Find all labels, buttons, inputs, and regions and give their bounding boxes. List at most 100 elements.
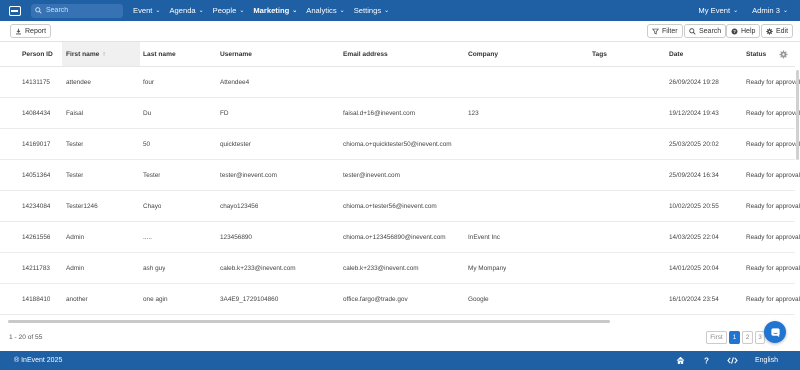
table-row[interactable]: 14188410 another one agin 3A4E9_17291048…: [0, 284, 800, 315]
cell-email: chioma.o+quicktester50@inevent.com: [343, 140, 452, 148]
header-company[interactable]: Company: [468, 42, 498, 66]
cell-company: InEvent Inc: [468, 233, 500, 241]
cell-status: Ready for approval: [746, 171, 800, 179]
people-table: Person ID First name ↑ Last name Usernam…: [0, 42, 800, 315]
help-button[interactable]: ? Help: [726, 24, 761, 38]
cell-status: Ready for approval: [746, 140, 800, 148]
toolbar: Report Filter Search ? Help Edit: [0, 21, 800, 42]
svg-text:?: ?: [704, 357, 709, 365]
cell-email: caleb.k+233@inevent.com: [343, 264, 419, 272]
cell-email: faisal.d+16@inevent.com: [343, 109, 416, 117]
chat-launcher-button[interactable]: [764, 321, 786, 343]
cell-date: 26/09/2024 19:28: [669, 78, 719, 86]
table-row[interactable]: 14261556 Admin ..... 123456890 chioma.o+…: [0, 222, 800, 253]
home-icon[interactable]: [676, 356, 685, 365]
menu-people[interactable]: People ⌄: [213, 6, 245, 15]
inevent-logo-icon[interactable]: [9, 5, 21, 16]
cell-status: Ready for approval: [746, 109, 800, 117]
chevron-down-icon: ⌄: [198, 8, 204, 14]
global-search[interactable]: [31, 3, 123, 18]
cell-username: FD: [220, 109, 229, 117]
cell-last-name: Chayo: [143, 202, 162, 210]
header-email[interactable]: Email address: [343, 42, 388, 66]
table-row[interactable]: 14211783 Admin ash guy caleb.k+233@ineve…: [0, 253, 800, 284]
footer-copyright: ® InEvent 2025: [14, 357, 63, 364]
header-date[interactable]: Date: [669, 42, 683, 66]
header-username[interactable]: Username: [220, 42, 252, 66]
code-icon[interactable]: [727, 356, 738, 365]
cell-email: chioma.o+tester56@inevent.com: [343, 202, 437, 210]
filter-icon: [652, 28, 659, 35]
cell-last-name: Tester: [143, 171, 161, 179]
table-row[interactable]: 14131175 attendee four Attendee4 26/09/2…: [0, 67, 800, 98]
cell-status: Ready for approval: [746, 233, 800, 241]
cell-first-name: Admin: [66, 233, 85, 241]
help-icon[interactable]: ?: [702, 356, 711, 365]
chevron-down-icon: ⌄: [733, 8, 739, 14]
cell-person-id: 14051364: [22, 171, 51, 179]
menu-agenda[interactable]: Agenda ⌄: [169, 6, 203, 15]
menu-analytics[interactable]: Analytics ⌄: [306, 6, 344, 15]
search-icon: [689, 27, 696, 35]
edit-button[interactable]: Edit: [761, 24, 794, 38]
cell-username: Attendee4: [220, 78, 250, 86]
cell-last-name: four: [143, 78, 155, 86]
report-button[interactable]: Report: [10, 24, 52, 38]
cell-person-id: 14188410: [22, 295, 51, 303]
cell-person-id: 14261556: [22, 233, 51, 241]
header-person-id[interactable]: Person ID: [22, 42, 53, 66]
cell-last-name: ash guy: [143, 264, 166, 272]
header-first-name-label: First name: [66, 50, 100, 58]
pagination-page-2[interactable]: 2: [742, 331, 753, 344]
footer: ® InEvent 2025 ? English: [0, 351, 800, 370]
cell-first-name: Admin: [66, 264, 85, 272]
horizontal-scrollbar[interactable]: [8, 320, 610, 323]
chevron-down-icon: ⌄: [384, 8, 390, 14]
search-input[interactable]: [46, 7, 116, 14]
cell-person-id: 14131175: [22, 78, 50, 86]
gear-icon: [766, 27, 773, 35]
header-tags[interactable]: Tags: [592, 42, 607, 66]
cell-first-name: Faisal: [66, 109, 84, 117]
cell-status: Ready for approval: [746, 202, 800, 210]
cell-date: 16/10/2024 23:54: [669, 295, 719, 303]
cell-status: Ready for approval: [746, 264, 800, 272]
table-row[interactable]: 14234084 Tester1246 Chayo chayo123456 ch…: [0, 191, 800, 222]
cell-first-name: attendee: [66, 78, 91, 86]
search-icon: [35, 7, 42, 14]
sort-ascending-icon: ↑: [102, 50, 106, 58]
cell-email: tester@inevent.com: [343, 171, 400, 179]
cell-first-name: another: [66, 295, 88, 303]
user-menu[interactable]: Admin 3 ⌄: [752, 6, 788, 15]
cell-date: 10/02/2025 20:55: [669, 202, 719, 210]
header-status[interactable]: Status: [746, 42, 766, 66]
column-settings-gear-icon[interactable]: [779, 50, 788, 59]
cell-status: Ready for approval: [746, 295, 800, 303]
cell-first-name: Tester: [66, 171, 84, 179]
table-row[interactable]: 14051364 Tester Tester tester@inevent.co…: [0, 160, 800, 191]
my-event-menu[interactable]: My Event ⌄: [698, 6, 738, 15]
menu-marketing[interactable]: Marketing ⌄: [253, 6, 297, 15]
search-button[interactable]: Search: [684, 24, 727, 38]
cell-person-id: 14234084: [22, 202, 51, 210]
vertical-scrollbar[interactable]: [796, 70, 799, 160]
main-menu: Event ⌄ Agenda ⌄ People ⌄ Marketing ⌄ Analyt…: [133, 6, 398, 15]
cell-username: quicktester: [220, 140, 251, 148]
header-last-name[interactable]: Last name: [143, 42, 176, 66]
header-first-name[interactable]: First name ↑: [62, 42, 140, 66]
menu-settings[interactable]: Settings ⌄: [354, 6, 389, 15]
chevron-down-icon: ⌄: [292, 8, 298, 14]
chevron-down-icon: ⌄: [155, 8, 161, 14]
table-row[interactable]: 14169017 Tester 50 quicktester chioma.o+…: [0, 129, 800, 160]
download-icon: [16, 28, 21, 34]
menu-event[interactable]: Event ⌄: [133, 6, 160, 15]
cell-status: Ready for approval: [746, 78, 800, 86]
cell-email: chioma.o+123456890@inevent.com: [343, 233, 446, 241]
table-row[interactable]: 14084434 Faisal Du FD faisal.d+16@ineven…: [0, 98, 800, 129]
filter-button[interactable]: Filter: [647, 24, 683, 38]
pagination-page-1[interactable]: 1: [729, 331, 740, 344]
language-selector[interactable]: English: [755, 357, 778, 364]
pagination-first-button[interactable]: First: [706, 331, 727, 344]
chevron-down-icon: ⌄: [239, 8, 245, 14]
cell-username: tester@inevent.com: [220, 171, 277, 179]
